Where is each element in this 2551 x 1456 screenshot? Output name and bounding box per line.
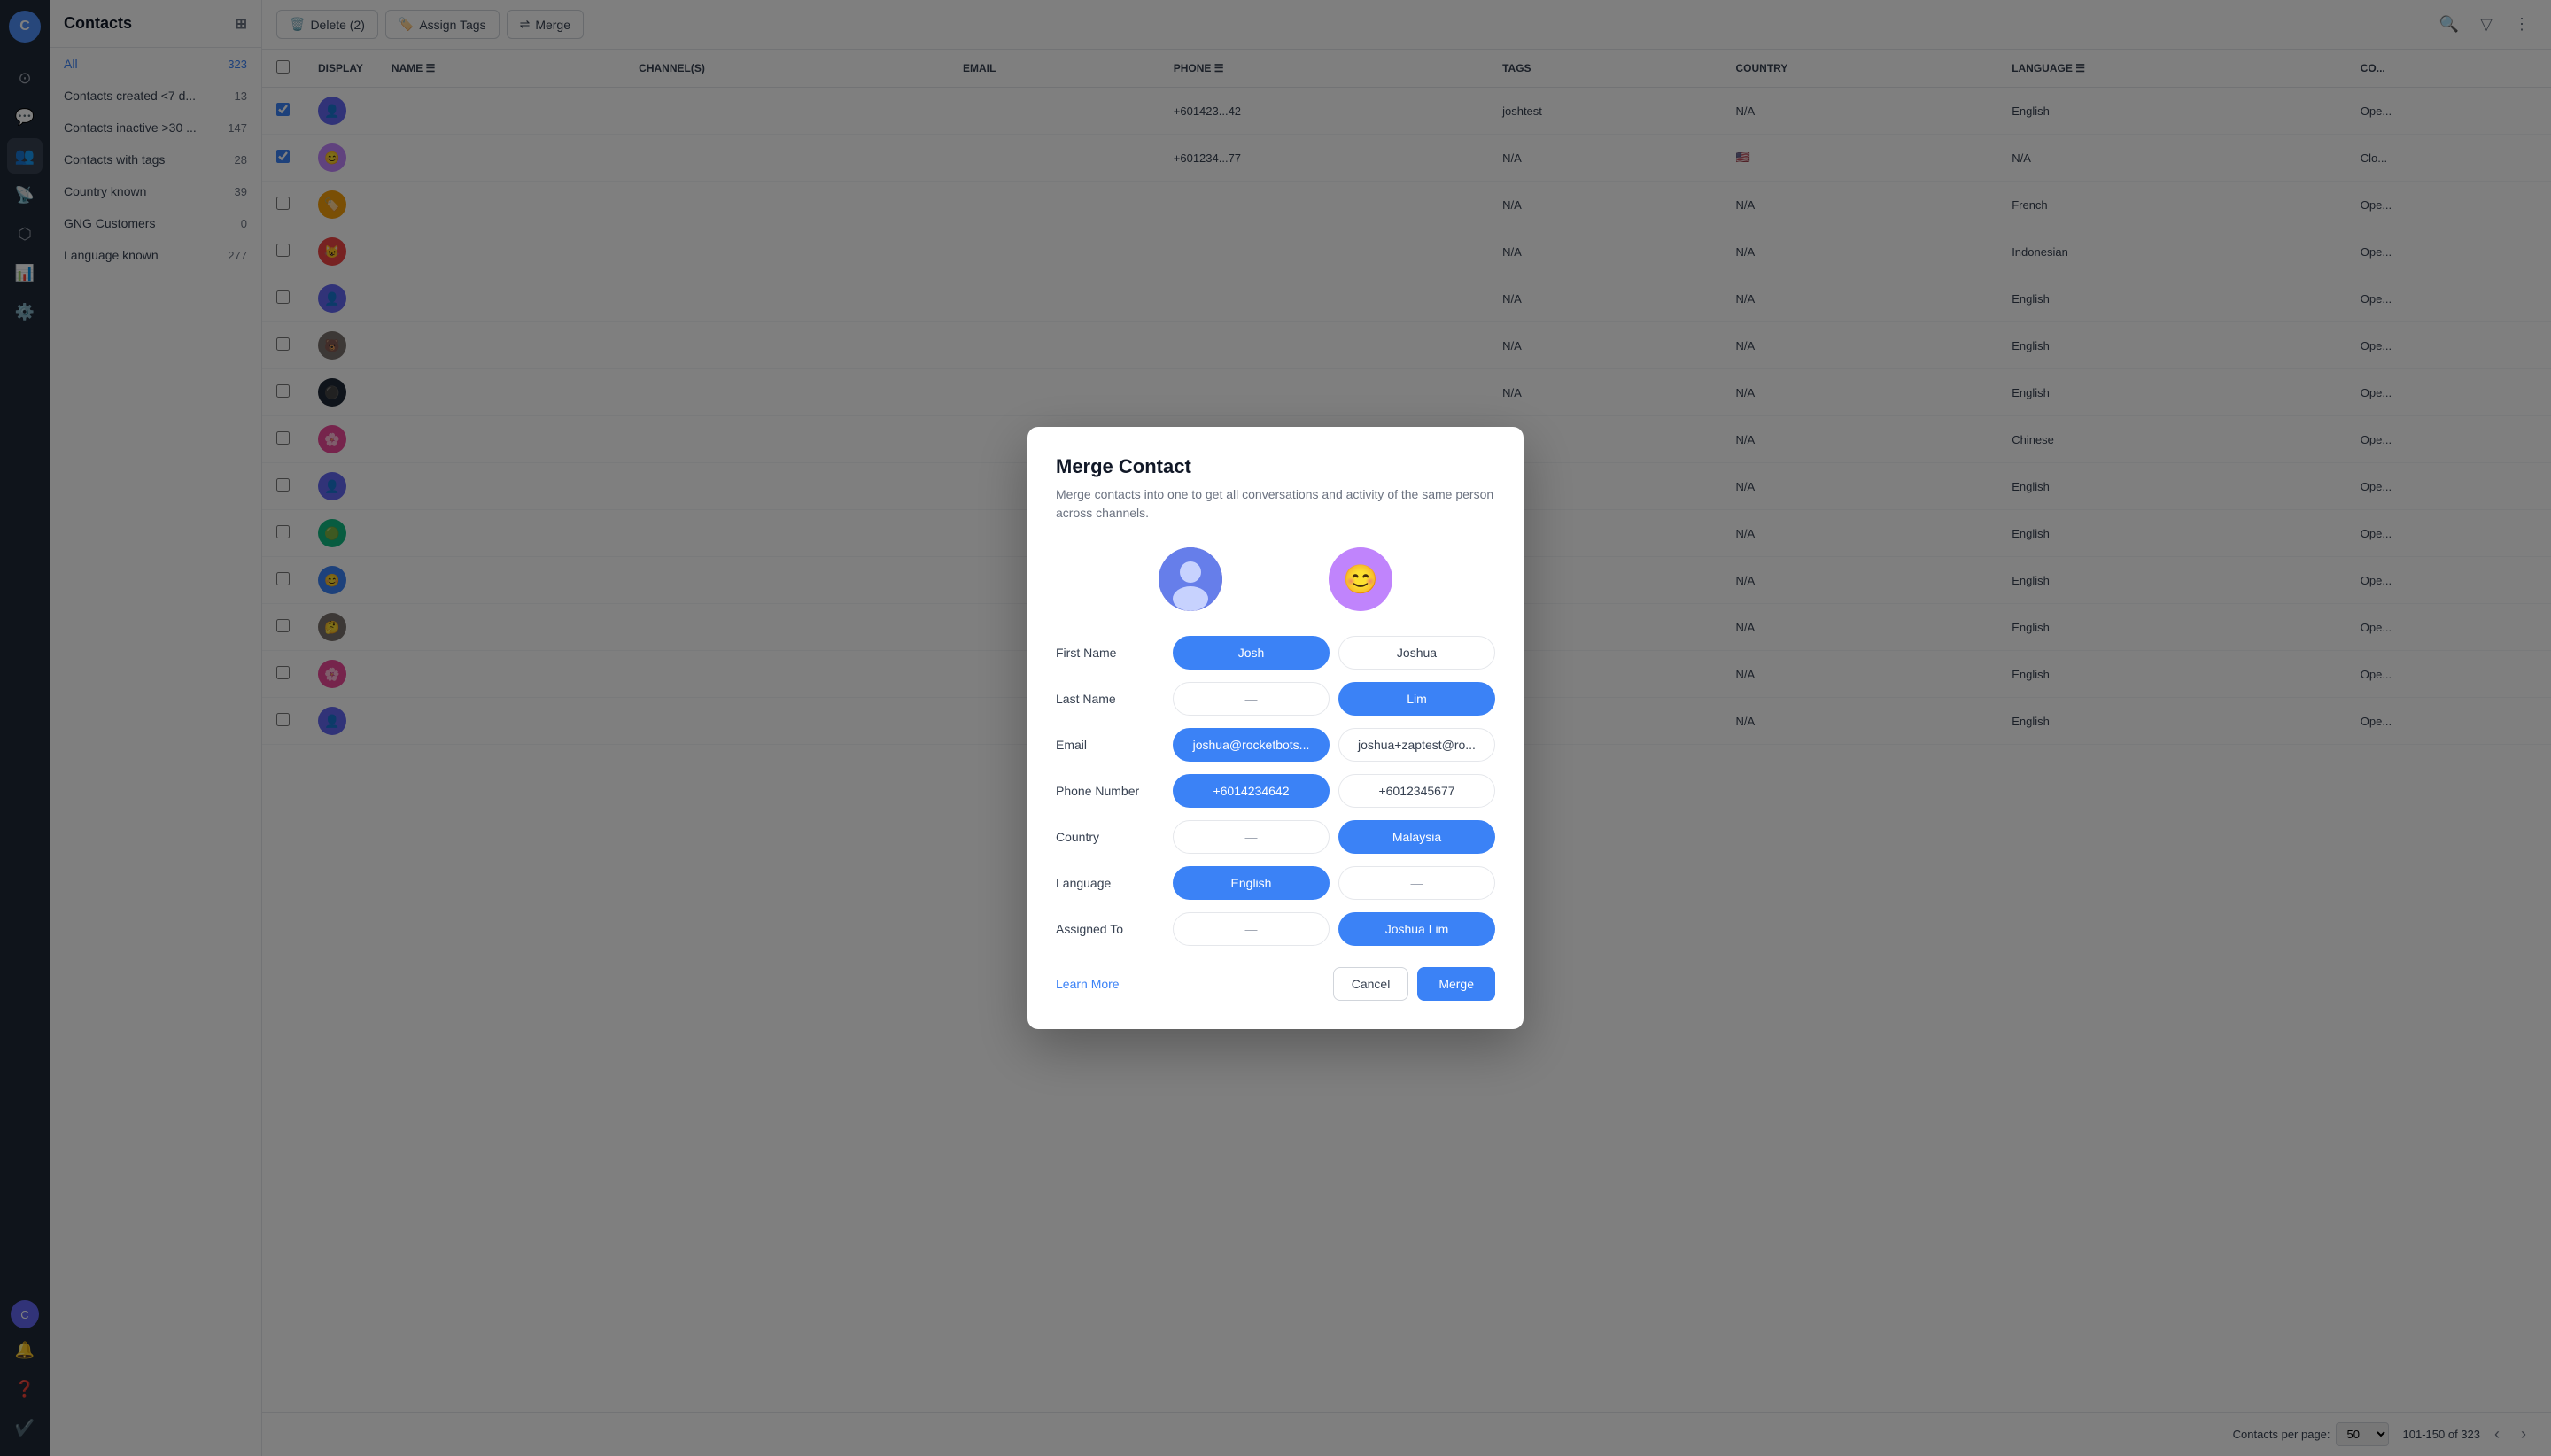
value-btn-1[interactable]: — [1173,682,1330,716]
form-label: First Name [1056,646,1162,660]
form-label: Email [1056,738,1162,752]
form-values: English — [1173,866,1495,900]
form-values: +6014234642 +6012345677 [1173,774,1495,808]
value-btn-2[interactable]: Joshua [1338,636,1495,670]
form-row-email: Email joshua@rocketbots... joshua+zaptes… [1056,728,1495,762]
value-btn-1[interactable]: joshua@rocketbots... [1173,728,1330,762]
form-label: Language [1056,876,1162,890]
form-label: Phone Number [1056,784,1162,798]
value-btn-1[interactable]: — [1173,912,1330,946]
value-btn-2[interactable]: Lim [1338,682,1495,716]
value-btn-2[interactable]: Joshua Lim [1338,912,1495,946]
form-values: — Lim [1173,682,1495,716]
form-row-assigned-to: Assigned To — Joshua Lim [1056,912,1495,946]
modal-footer: Learn More Cancel Merge [1056,967,1495,1001]
modal-subtitle: Merge contacts into one to get all conve… [1056,485,1495,523]
learn-more-link[interactable]: Learn More [1056,977,1120,991]
cancel-button[interactable]: Cancel [1333,967,1409,1001]
form-values: Josh Joshua [1173,636,1495,670]
form-values: — Joshua Lim [1173,912,1495,946]
value-btn-1[interactable]: — [1173,820,1330,854]
modal-title: Merge Contact [1056,455,1495,478]
value-btn-1[interactable]: +6014234642 [1173,774,1330,808]
form-row-country: Country — Malaysia [1056,820,1495,854]
modal-overlay[interactable]: Merge Contact Merge contacts into one to… [0,0,2551,1456]
form-row-language: Language English — [1056,866,1495,900]
merge-contact-modal: Merge Contact Merge contacts into one to… [1027,427,1524,1029]
form-label: Last Name [1056,692,1162,706]
form-row-last-name: Last Name — Lim [1056,682,1495,716]
value-btn-2[interactable]: — [1338,866,1495,900]
value-btn-2[interactable]: +6012345677 [1338,774,1495,808]
avatar-row: 😊 [1056,547,1495,611]
value-btn-1[interactable]: English [1173,866,1330,900]
form-label: Country [1056,830,1162,844]
form-row-phone-number: Phone Number +6014234642 +6012345677 [1056,774,1495,808]
form-row-first-name: First Name Josh Joshua [1056,636,1495,670]
modal-fields-container: First Name Josh Joshua Last Name — Lim E… [1056,636,1495,946]
contact1-avatar [1159,547,1222,611]
contact2-avatar: 😊 [1329,547,1392,611]
form-values: — Malaysia [1173,820,1495,854]
form-values: joshua@rocketbots... joshua+zaptest@ro..… [1173,728,1495,762]
value-btn-1[interactable]: Josh [1173,636,1330,670]
footer-buttons: Cancel Merge [1333,967,1495,1001]
merge-confirm-button[interactable]: Merge [1417,967,1495,1001]
value-btn-2[interactable]: Malaysia [1338,820,1495,854]
form-label: Assigned To [1056,922,1162,936]
value-btn-2[interactable]: joshua+zaptest@ro... [1338,728,1495,762]
